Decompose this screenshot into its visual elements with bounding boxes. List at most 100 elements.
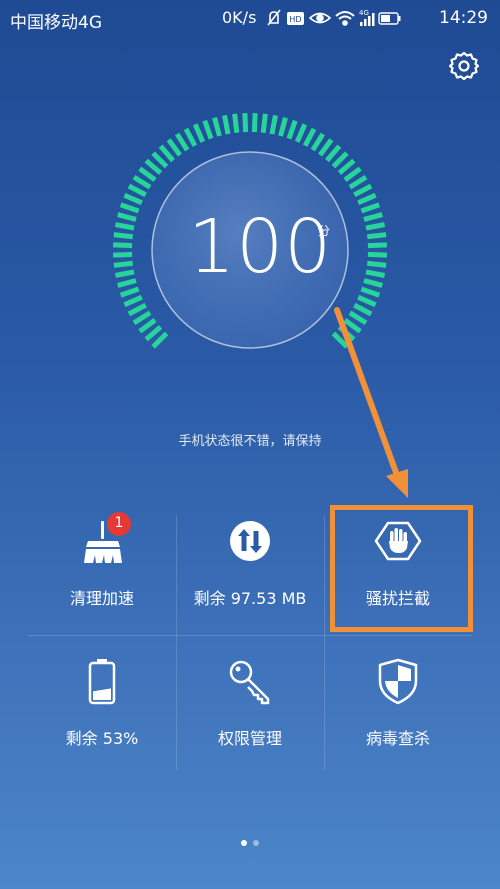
gauge-tick [113, 242, 133, 249]
gauge-tick [357, 294, 377, 308]
gauge-tick [251, 113, 258, 133]
tile-permissions[interactable]: 权限管理 [176, 645, 324, 770]
carrier-name: 中国移动4G [10, 13, 102, 33]
gauge-tick [132, 310, 152, 326]
gauge-tick [260, 113, 268, 134]
gauge-tick [114, 269, 135, 278]
gauge-tick [212, 117, 222, 137]
score-unit: 分 [318, 224, 331, 238]
page-dot-active[interactable] [241, 840, 247, 846]
feature-grid: 1 清理加速 剩余 97.53 MB 骚扰拦截 剩余 53% 权限管理 病毒查杀 [28, 505, 472, 775]
tile-battery[interactable]: 剩余 53% [28, 645, 176, 770]
gauge-tick [119, 286, 140, 298]
gauge-tick [353, 183, 373, 198]
gauge-tick [127, 183, 147, 198]
gauge-tick [365, 269, 386, 278]
gauge-tick [337, 325, 356, 342]
gauge-tick [183, 127, 198, 147]
battery-status-icon [378, 12, 401, 25]
gauge-tick [144, 158, 163, 175]
key-icon [229, 660, 270, 705]
gauge-tick [138, 166, 157, 182]
gauge-tick [113, 232, 134, 240]
gauge-tick [158, 144, 175, 163]
gauge-tick [151, 331, 169, 349]
clock: 14:29 [439, 8, 488, 28]
gauge-tick [363, 278, 383, 288]
gauge-tick [360, 286, 381, 298]
gauge-tick [123, 294, 143, 308]
gauge-tick [127, 302, 147, 317]
gauge-tick [278, 117, 288, 137]
gauge-tick [360, 202, 381, 214]
network-speed: 0K/s [222, 8, 257, 27]
tile-label: 清理加速 [69, 589, 134, 608]
hd-label: HD [289, 15, 301, 24]
battery-icon [88, 659, 116, 705]
gauge-tick [294, 123, 308, 143]
gauge-tick [367, 242, 387, 249]
tile-label: 权限管理 [217, 729, 282, 748]
status-message: 手机状态很不错，请保持 [178, 434, 322, 449]
gauge-tick [222, 114, 231, 135]
gauge-tick [269, 114, 278, 135]
gauge-tick [174, 132, 190, 152]
gear-icon[interactable] [448, 50, 480, 82]
gauge-tick [242, 113, 249, 133]
gauge-tick [286, 119, 298, 140]
tile-harassment-block[interactable]: 骚扰拦截 [324, 505, 472, 630]
gauge-tick [353, 302, 373, 317]
tile-cleanup[interactable]: 1 清理加速 [28, 505, 176, 630]
gauge-tick [310, 132, 326, 152]
silent-icon [267, 9, 281, 26]
score-value: 100 [188, 204, 333, 290]
gauge-tick [192, 123, 206, 143]
tile-storage[interactable]: 剩余 97.53 MB [176, 505, 324, 630]
gauge-tick [117, 278, 137, 288]
gauge-tick [331, 331, 349, 349]
gauge-tick [365, 222, 386, 231]
gauge-tick [366, 260, 387, 268]
tile-label: 剩余 97.53 MB [193, 589, 307, 608]
gauge-tick [138, 318, 157, 334]
gauge-tick [119, 202, 140, 214]
gauge-tick [337, 158, 356, 175]
gauge-tick [363, 212, 383, 222]
gauge-tick [144, 325, 163, 342]
gauge-tick [357, 192, 377, 206]
gauge-tick [166, 138, 182, 157]
status-icons: HD 4G [267, 9, 401, 26]
hand-block-icon [374, 521, 422, 561]
shield-icon [378, 658, 418, 705]
gauge-tick [348, 310, 368, 326]
eye-icon [308, 12, 332, 24]
gauge-tick [348, 174, 368, 190]
gauge-tick [325, 144, 342, 163]
gauge-tick [114, 222, 135, 231]
gauge-tick [232, 113, 240, 134]
gauge-tick [113, 260, 134, 268]
notification-badge: 1 [107, 512, 131, 536]
gauge-tick [117, 212, 137, 222]
divider [28, 635, 472, 636]
gauge-tick [202, 119, 214, 140]
status-bar: 中国移动4G 0K/s HD 4G 14:29 [0, 0, 500, 36]
gauge-tick [331, 151, 349, 169]
battery-fill [93, 688, 111, 700]
gauge-tick [302, 127, 317, 147]
hd-icon: HD [287, 12, 304, 25]
tile-virus-scan[interactable]: 病毒查杀 [324, 645, 472, 770]
gauge-tick [343, 318, 362, 334]
tile-label: 骚扰拦截 [365, 589, 430, 608]
tile-label: 病毒查杀 [365, 729, 430, 748]
tile-label: 剩余 53% [65, 729, 139, 748]
up-down-arrows-icon [230, 521, 270, 561]
gauge-tick [343, 166, 362, 182]
page-dot[interactable] [253, 840, 259, 846]
gauge-tick [132, 174, 152, 190]
gauge-tick [318, 138, 334, 157]
wifi-icon [335, 11, 355, 26]
network-type: 4G [359, 9, 369, 17]
gauge-tick [113, 251, 133, 258]
gauge-tick [367, 251, 387, 258]
